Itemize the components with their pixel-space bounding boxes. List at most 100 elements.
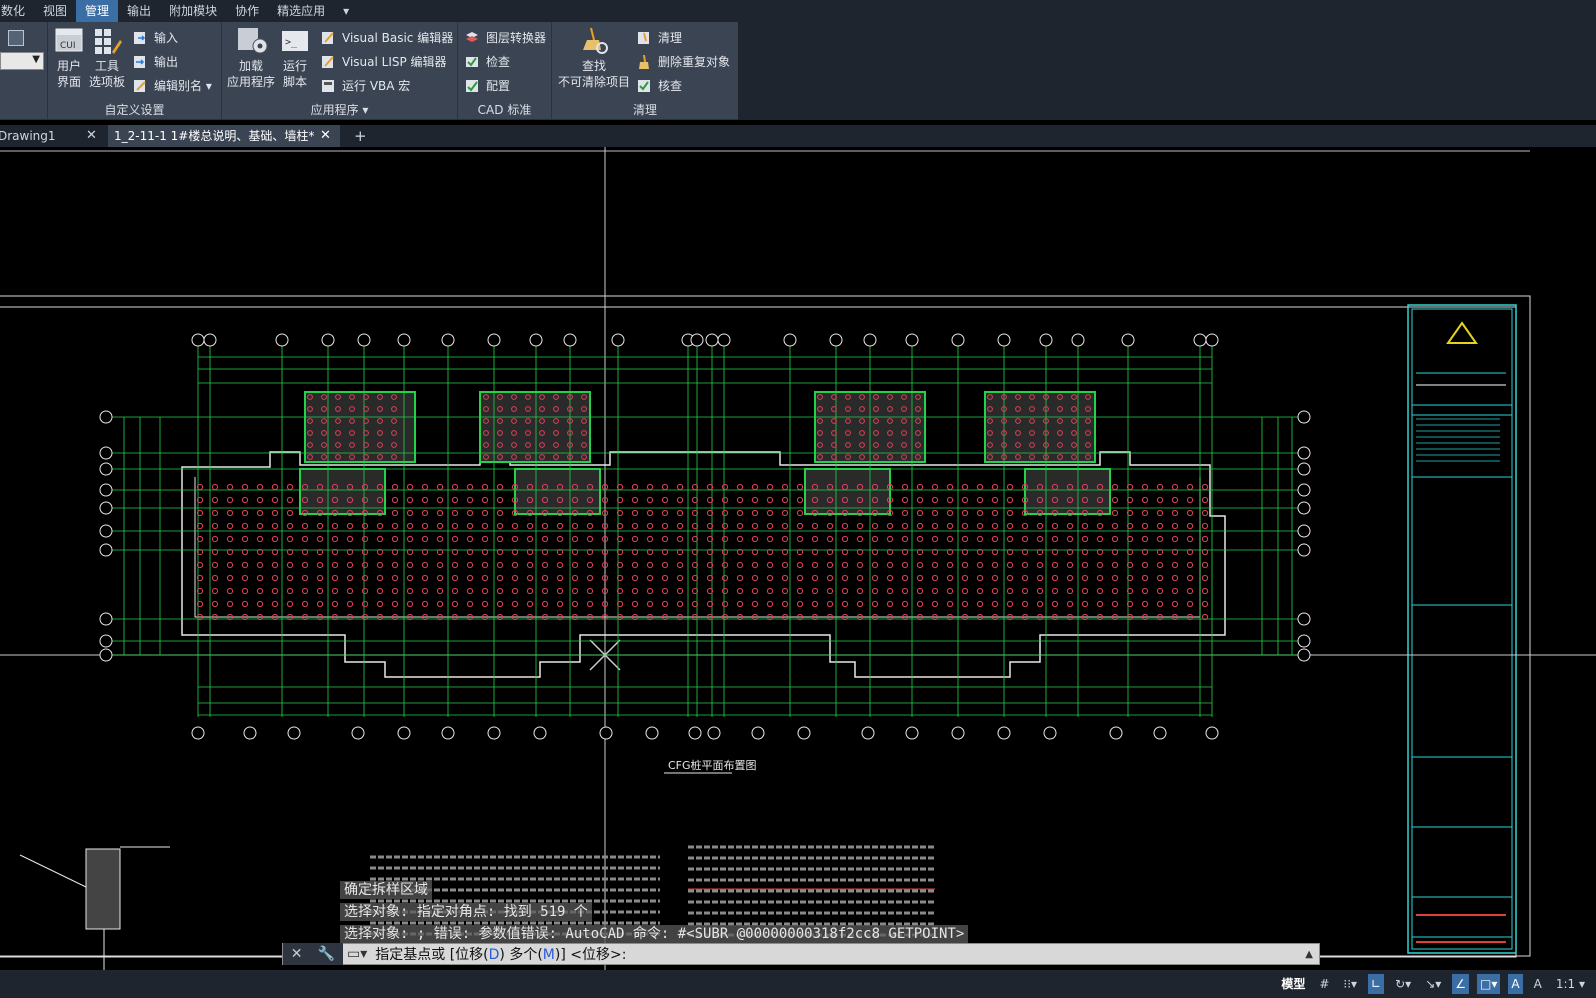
- pile-mark: [496, 600, 504, 608]
- drawing-canvas[interactable]: CFG桩平面布置图: [0, 147, 1596, 970]
- ribbon-panel-stub: ▼: [0, 22, 48, 120]
- tab-drawing1[interactable]: Drawing1: [0, 125, 100, 147]
- axis-bubble: [99, 446, 113, 460]
- pile-mark: [946, 587, 954, 595]
- pile-mark: [211, 496, 219, 504]
- axis-bubble: [599, 726, 613, 740]
- pile-mark: [1186, 574, 1194, 582]
- pile-mark: [1036, 535, 1044, 543]
- axis-bubble: [783, 333, 797, 347]
- axis-bubble: [1297, 543, 1311, 557]
- import-button[interactable]: 输入: [132, 28, 178, 48]
- edit-aliases-button[interactable]: 编辑别名 ▾: [132, 76, 212, 96]
- pile-mark: [496, 496, 504, 504]
- menu-item[interactable]: 管理: [76, 0, 119, 22]
- run-vba-button[interactable]: 运行 VBA 宏: [320, 76, 410, 96]
- pile-mark: [241, 561, 249, 569]
- tab-current-drawing[interactable]: 1_2-11-1 1#楼总说明、基础、墙柱*: [108, 125, 340, 147]
- pile-mark: [466, 561, 474, 569]
- pile-mark: [1021, 561, 1029, 569]
- auto-scale-icon[interactable]: A: [1531, 974, 1545, 994]
- command-line[interactable]: ✕ 🔧 ▭▾ 指定基点或 [位移(D) 多个(M)] <位移>: ▲: [282, 943, 1320, 965]
- pile-mark: [586, 522, 594, 530]
- pile-mark: [466, 600, 474, 608]
- tool-palettes-button[interactable]: 工具 选项板: [88, 26, 126, 90]
- pile-mark: [331, 522, 339, 530]
- pile-mark: [916, 535, 924, 543]
- user-interface-button[interactable]: CUI 用户 界面: [50, 26, 88, 90]
- pile-mark: [796, 483, 804, 491]
- vb-editor-button[interactable]: Visual Basic 编辑器: [320, 28, 453, 48]
- ribbon-small-icon[interactable]: [8, 30, 24, 46]
- object-snap-icon[interactable]: □▾: [1477, 974, 1501, 994]
- menu-item[interactable]: 数化: [0, 0, 34, 22]
- pile-mark: [481, 587, 489, 595]
- new-tab-button[interactable]: +: [354, 125, 367, 147]
- load-application-button[interactable]: 加载 应用程序: [224, 26, 278, 90]
- polar-icon[interactable]: ↻▾: [1392, 974, 1414, 994]
- pile-mark: [391, 483, 399, 491]
- model-space-button[interactable]: 模型: [1278, 974, 1308, 994]
- audit-button[interactable]: 核查: [636, 76, 682, 96]
- pile-mark: [376, 535, 384, 543]
- pile-mark: [331, 561, 339, 569]
- object-snap-tracking-icon[interactable]: ∠: [1452, 974, 1470, 994]
- cad-drawing[interactable]: CFG桩平面布置图: [0, 147, 1596, 970]
- layer-translator-label: 图层转换器: [486, 31, 547, 45]
- pile-mark: [316, 600, 324, 608]
- configure-standards-button[interactable]: 配置: [464, 76, 510, 96]
- menu-item[interactable]: 协作: [226, 0, 268, 22]
- core-pad: [479, 391, 591, 463]
- export-button[interactable]: 输出: [132, 52, 178, 72]
- pile-mark: [1036, 587, 1044, 595]
- close-icon[interactable]: ✕: [291, 946, 303, 962]
- pile-mark: [1066, 587, 1074, 595]
- workspace-dropdown[interactable]: ▼: [0, 52, 44, 70]
- check-standards-icon: [464, 54, 480, 70]
- isometric-icon[interactable]: ↘▾: [1422, 974, 1444, 994]
- section-detail: [85, 848, 121, 930]
- close-icon[interactable]: ✕: [86, 125, 97, 147]
- pile-mark: [751, 561, 759, 569]
- pile-mark: [1006, 600, 1014, 608]
- snap-icon[interactable]: ⁝⁝▾: [1340, 974, 1360, 994]
- run-script-button[interactable]: >_ 运行 脚本: [276, 26, 314, 90]
- command-prompt[interactable]: 指定基点或 [位移(D) 多个(M)] <位移>:: [367, 944, 626, 964]
- annotation-visibility-icon[interactable]: A: [1508, 974, 1523, 994]
- pile-mark: [751, 522, 759, 530]
- menu-item[interactable]: ▾: [334, 0, 358, 22]
- menu-item[interactable]: 附加模块: [160, 0, 226, 22]
- pile-mark: [646, 600, 654, 608]
- find-non-purgeable-button[interactable]: 查找 不可清除项目: [554, 26, 634, 90]
- option-multiple[interactable]: M: [543, 947, 555, 963]
- check-standards-button[interactable]: 检查: [464, 52, 510, 72]
- pile-mark: [856, 600, 864, 608]
- pile-mark: [961, 587, 969, 595]
- close-icon[interactable]: ✕: [320, 125, 331, 147]
- wrench-icon[interactable]: 🔧: [318, 946, 335, 962]
- pile-mark: [1141, 587, 1149, 595]
- lisp-editor-label: Visual LISP 编辑器: [342, 55, 447, 69]
- grid-icon[interactable]: #: [1316, 974, 1332, 994]
- option-displacement[interactable]: D: [489, 947, 500, 963]
- applications-panel-title[interactable]: 应用程序 ▾: [222, 101, 457, 118]
- pile-mark: [1066, 522, 1074, 530]
- ortho-icon[interactable]: ∟: [1368, 974, 1385, 994]
- overkill-button[interactable]: 删除重复对象: [636, 52, 730, 72]
- layer-translator-button[interactable]: 图层转换器: [464, 28, 546, 48]
- menu-item[interactable]: 精选应用: [268, 0, 334, 22]
- command-prompt-icon[interactable]: ▭▾: [347, 946, 367, 962]
- pile-mark: [346, 574, 354, 582]
- pile-mark: [331, 535, 339, 543]
- menu-item[interactable]: 输出: [118, 0, 160, 22]
- purge-button[interactable]: 清理: [636, 28, 682, 48]
- pile-mark: [721, 522, 729, 530]
- pile-mark: [571, 574, 579, 582]
- menu-item[interactable]: 视图: [34, 0, 76, 22]
- axis-bubble: [99, 501, 113, 515]
- annotation-scale-button[interactable]: 1:1 ▾: [1553, 974, 1588, 994]
- chevron-up-icon[interactable]: ▲: [1305, 949, 1313, 960]
- lisp-editor-button[interactable]: Visual LISP 编辑器: [320, 52, 447, 72]
- pile-mark: [1081, 535, 1089, 543]
- command-history-line: 确定拆样区域: [340, 881, 432, 899]
